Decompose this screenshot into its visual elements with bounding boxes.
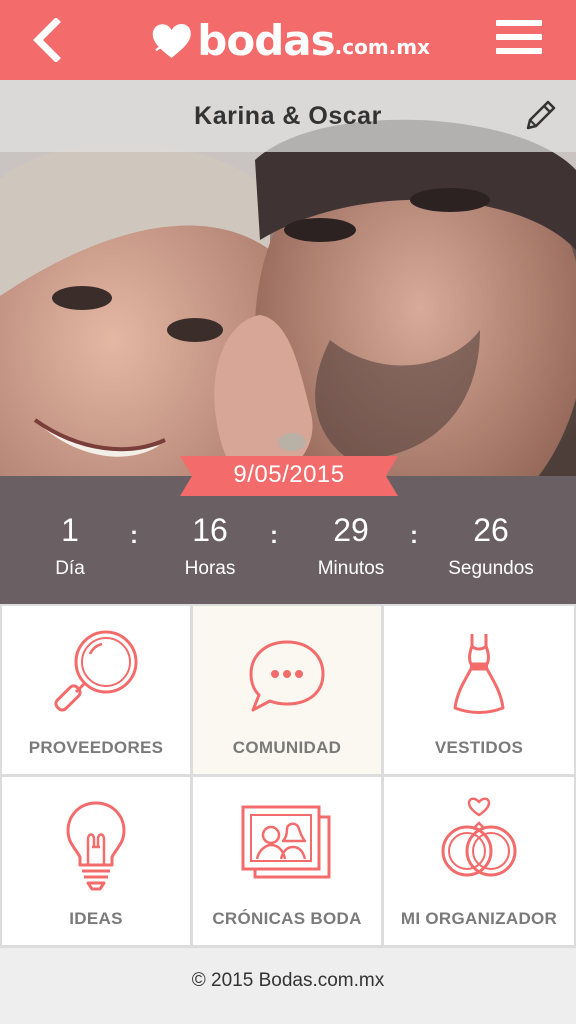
menu-tile-mi-organizador[interactable]: MI ORGANIZADOR xyxy=(384,777,574,945)
pencil-icon xyxy=(526,100,556,130)
countdown-label: Horas xyxy=(184,558,236,579)
top-bar: bodas .com.mx xyxy=(0,0,576,80)
menu-tile-comunidad[interactable]: COMUNIDAD xyxy=(193,606,381,774)
menu-grid: PROVEEDORES COMUNIDAD VESTIDOS IDEAS CRÓ… xyxy=(0,604,576,948)
countdown-minutes: 29 Minutos xyxy=(281,512,421,580)
menu-tile-label: VESTIDOS xyxy=(434,738,524,757)
countdown-separator: : xyxy=(410,522,418,549)
menu-tile-ideas[interactable]: IDEAS xyxy=(2,777,190,945)
couple-name: Karina & Oscar xyxy=(194,102,382,130)
hamburger-menu-button[interactable] xyxy=(496,20,542,60)
countdown-seconds: 26 Segundos xyxy=(421,512,561,580)
menu-line-icon xyxy=(496,34,542,40)
edit-button[interactable] xyxy=(520,96,560,136)
photos-icon xyxy=(241,805,331,879)
countdown-label: Segundos xyxy=(448,558,534,579)
menu-tile-label: IDEAS xyxy=(69,909,123,928)
countdown-separator: : xyxy=(270,522,278,549)
countdown-value: 26 xyxy=(473,512,509,548)
menu-tile-label: COMUNIDAD xyxy=(232,738,342,757)
menu-tile-vestidos[interactable]: VESTIDOS xyxy=(384,606,574,774)
dress-icon xyxy=(453,634,505,714)
menu-tile-cronicas-boda[interactable]: CRÓNICAS BODA xyxy=(193,777,381,945)
menu-tile-label: PROVEEDORES xyxy=(28,738,164,757)
magnifier-icon xyxy=(54,630,138,712)
chevron-left-icon xyxy=(33,18,61,62)
countdown-days: 1 Día xyxy=(0,512,140,580)
menu-line-icon xyxy=(496,20,542,26)
wedding-date-ribbon: 9/05/2015 xyxy=(180,456,398,496)
logo-word: bodas xyxy=(197,15,335,65)
countdown-separator: : xyxy=(130,522,138,549)
heart-logo-icon xyxy=(152,23,191,58)
copyright-text: © 2015 Bodas.com.mx xyxy=(191,970,385,991)
countdown-label: Día xyxy=(55,558,85,579)
footer: © 2015 Bodas.com.mx xyxy=(0,948,576,1024)
back-button[interactable] xyxy=(22,14,72,66)
couple-name-bar: Karina & Oscar xyxy=(0,80,576,152)
bodas-logo: bodas .com.mx xyxy=(150,10,430,70)
wedding-date: 9/05/2015 xyxy=(233,461,345,488)
menu-tile-proveedores[interactable]: PROVEEDORES xyxy=(2,606,190,774)
lightbulb-icon xyxy=(66,801,126,891)
menu-tile-label: CRÓNICAS BODA xyxy=(212,909,362,928)
menu-line-icon xyxy=(496,48,542,54)
countdown-label: Minutos xyxy=(317,558,385,579)
rings-icon xyxy=(441,797,517,877)
logo-tld: .com.mx xyxy=(334,35,430,59)
menu-tile-label: MI ORGANIZADOR xyxy=(400,909,558,928)
countdown-value: 29 xyxy=(333,512,369,548)
app-screen: bodas .com.mx Karina & Oscar 1 Día: 16 … xyxy=(0,0,576,1024)
countdown-value: 16 xyxy=(192,512,228,548)
countdown-value: 1 xyxy=(61,512,79,548)
countdown-hours: 16 Horas xyxy=(140,512,280,580)
chat-bubble-icon xyxy=(249,640,325,712)
